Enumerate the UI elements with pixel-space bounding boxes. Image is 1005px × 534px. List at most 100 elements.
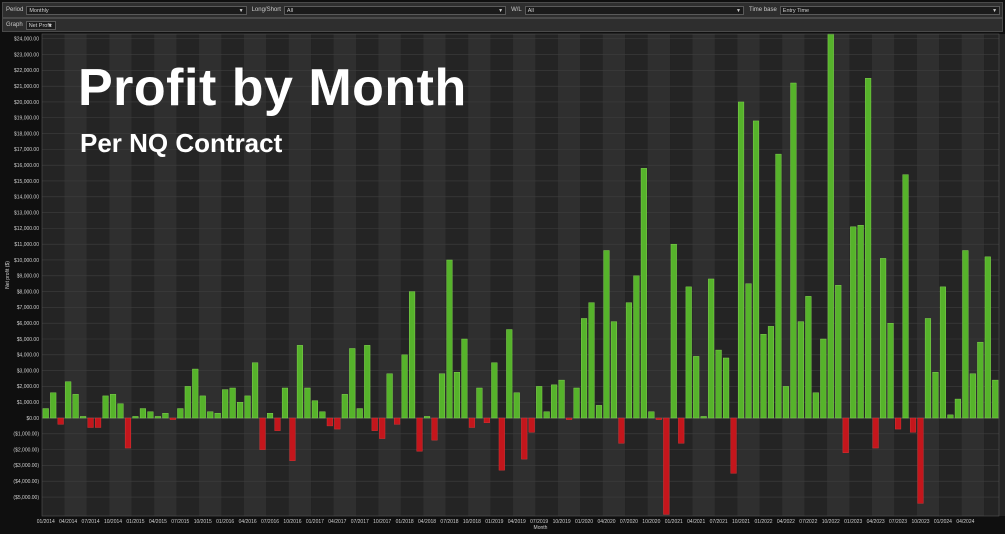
bar[interactable] [962, 250, 969, 419]
bar[interactable] [700, 416, 707, 419]
bar[interactable] [895, 417, 902, 430]
bar[interactable] [730, 417, 737, 474]
bar[interactable] [977, 341, 984, 419]
bar[interactable] [274, 417, 281, 431]
bar[interactable] [244, 395, 251, 419]
bar[interactable] [341, 394, 348, 419]
bar[interactable] [820, 338, 827, 419]
bar[interactable] [207, 411, 214, 419]
bar[interactable] [184, 386, 191, 419]
bar[interactable] [745, 283, 752, 419]
time-base-select[interactable]: Entry Time ▼ [779, 5, 1001, 15]
bar[interactable] [775, 153, 782, 419]
bar[interactable] [715, 349, 722, 419]
bar[interactable] [319, 411, 326, 419]
bar[interactable] [102, 395, 109, 419]
bar[interactable] [431, 417, 438, 441]
bar[interactable] [947, 414, 954, 419]
bar[interactable] [506, 329, 513, 419]
bar[interactable] [416, 417, 423, 452]
bar[interactable] [917, 417, 924, 504]
bar[interactable] [812, 392, 819, 419]
bar[interactable] [498, 417, 505, 471]
bar[interactable] [483, 417, 490, 423]
bar[interactable] [648, 411, 655, 419]
bar[interactable] [603, 250, 610, 419]
bar[interactable] [453, 371, 460, 419]
bar[interactable] [932, 371, 939, 419]
bar[interactable] [782, 386, 789, 419]
bar[interactable] [109, 394, 117, 419]
win-loss-select[interactable]: All ▼ [524, 5, 744, 15]
bar[interactable] [311, 400, 318, 419]
bar[interactable] [304, 387, 311, 419]
bar[interactable] [551, 384, 558, 419]
long-short-select[interactable]: All ▼ [283, 5, 507, 15]
bar[interactable] [266, 413, 274, 419]
bar[interactable] [117, 403, 124, 419]
bar[interactable] [984, 256, 991, 419]
bar[interactable] [139, 408, 146, 419]
bar[interactable] [192, 368, 199, 419]
bar[interactable] [805, 296, 812, 419]
bar[interactable] [857, 225, 864, 419]
bar[interactable] [880, 258, 887, 419]
bar[interactable] [610, 321, 617, 419]
bar[interactable] [595, 405, 603, 419]
bar[interactable] [147, 411, 154, 419]
bar[interactable] [902, 174, 909, 419]
bar[interactable] [87, 417, 94, 428]
bar[interactable] [237, 402, 244, 419]
bar[interactable] [573, 387, 580, 419]
bar[interactable] [513, 392, 520, 419]
bar[interactable] [229, 387, 236, 419]
bar[interactable] [835, 285, 842, 419]
bar[interactable] [72, 394, 79, 419]
bar[interactable] [865, 78, 872, 419]
bar[interactable] [685, 286, 692, 419]
bar[interactable] [177, 408, 184, 419]
bar[interactable] [169, 417, 176, 420]
bar[interactable] [50, 392, 57, 419]
bar[interactable] [992, 379, 999, 419]
bar[interactable] [154, 416, 161, 419]
bar[interactable] [924, 318, 932, 419]
bar[interactable] [655, 417, 662, 420]
bar[interactable] [760, 334, 767, 419]
bar[interactable] [536, 386, 543, 419]
period-select[interactable]: Monthly ▼ [26, 5, 247, 15]
bar[interactable] [162, 413, 169, 419]
bar[interactable] [588, 302, 595, 419]
bar[interactable] [409, 291, 416, 419]
bar[interactable] [214, 413, 221, 419]
bar[interactable] [401, 354, 408, 419]
bar[interactable] [259, 417, 266, 450]
bar[interactable] [790, 82, 797, 419]
bar[interactable] [42, 408, 49, 419]
bar[interactable] [633, 275, 640, 419]
bar[interactable] [281, 387, 289, 419]
bar[interactable] [521, 417, 528, 460]
bar[interactable] [371, 417, 378, 431]
bar[interactable] [663, 417, 670, 515]
bar[interactable] [723, 357, 730, 419]
bar[interactable] [386, 373, 393, 419]
bar[interactable] [566, 417, 573, 420]
bar[interactable] [468, 417, 475, 428]
bar[interactable] [124, 417, 132, 449]
bar[interactable] [909, 417, 917, 433]
bar[interactable] [827, 33, 834, 419]
bar[interactable] [640, 168, 647, 419]
bar[interactable] [132, 416, 139, 419]
bar[interactable] [491, 362, 498, 419]
bar[interactable] [252, 362, 259, 419]
bar[interactable] [438, 373, 446, 419]
bar[interactable] [222, 389, 229, 419]
bar[interactable] [708, 278, 715, 419]
graph-select[interactable]: Net Profit ▼ [25, 20, 56, 30]
bar[interactable] [738, 101, 745, 419]
bar[interactable] [850, 226, 857, 419]
bar[interactable] [693, 356, 700, 419]
bar[interactable] [461, 338, 468, 419]
bar[interactable] [424, 416, 431, 419]
